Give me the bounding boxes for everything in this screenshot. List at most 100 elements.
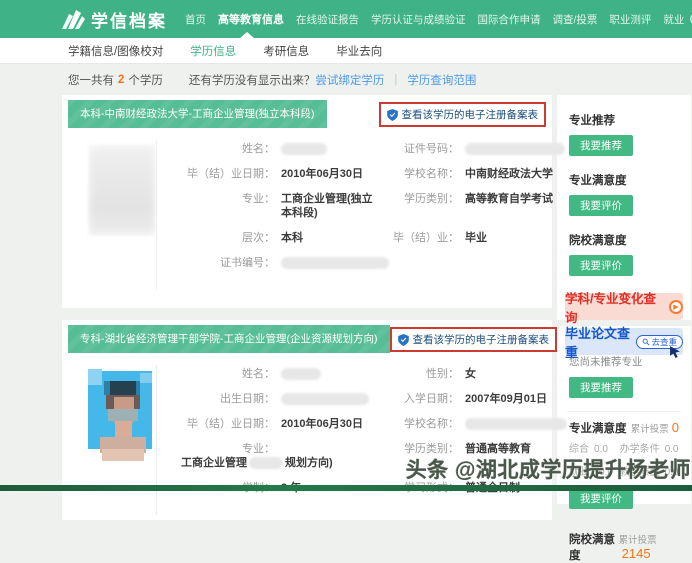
field-value: 中南财经政法大学 <box>465 168 553 180</box>
field-value: 本科 <box>281 232 303 244</box>
degree-title: 专科-湖北省经济管理干部学院-工商企业管理(企业资源规划方向) <box>68 325 390 353</box>
field-value: 毕业 <box>465 232 487 244</box>
metric-overall: 综合 0.0 <box>569 444 608 455</box>
field-value: 工商企业管理(独立本科段) <box>281 193 373 219</box>
view-report-label: 查看该学历的电子注册备案表 <box>412 334 550 346</box>
major-satisfaction-label: 专业满意度 <box>569 423 627 435</box>
degree-summary-bar: 您一共有 2 个学历 还有学历没有显示出来？ 尝试绑定学历 | 学历查询范围 <box>0 64 692 95</box>
major-recommend-label: 专业推荐 <box>569 115 615 127</box>
degree-count: 2 <box>118 73 125 86</box>
votes-label: 累计投票2145 <box>618 535 657 561</box>
total-prefix: 您一共有 <box>68 74 114 87</box>
subnav-postgraduate-info[interactable]: 考研信息 <box>263 43 309 59</box>
bottom-green-bar <box>0 485 692 491</box>
view-report-button[interactable]: 查看该学历的电子注册备案表 <box>378 102 546 127</box>
cursor-hand-icon <box>670 346 680 358</box>
view-report-button[interactable]: 查看该学历的电子注册备案表 <box>389 327 557 352</box>
photo-column <box>62 140 157 290</box>
logo-text: 学信档案 <box>91 11 167 31</box>
field-value: 高等教育自学考试 <box>465 193 553 205</box>
toutiao-watermark: 头条 @湖北成学历提升杨老师 <box>405 459 691 482</box>
field-label: 专业： <box>242 193 275 205</box>
field-label: 学历类别： <box>404 193 459 205</box>
field-label: 学校名称： <box>404 418 459 430</box>
bind-degree-link[interactable]: 尝试绑定学历 <box>315 72 384 88</box>
nav-online-verification[interactable]: 在线验证报告 <box>296 12 359 27</box>
view-report-label: 查看该学历的电子注册备案表 <box>401 109 539 121</box>
nav-credential-authentication[interactable]: 学历认证与成绩验证 <box>371 12 466 27</box>
thesis-check-banner[interactable]: 毕业论文查重 去查重 <box>565 326 683 360</box>
degree-title: 本科-中南财经政法大学-工商企业管理(独立本科段) <box>68 100 327 128</box>
nav-career-test[interactable]: 职业测评 <box>609 12 651 27</box>
redacted-value <box>281 367 321 381</box>
nav-home[interactable]: 首页 <box>185 12 206 27</box>
card-head: 专科-湖北省经济管理干部学院-工商企业管理(企业资源规划方向) 查看该学历的电子… <box>62 320 557 353</box>
main-nav: 首页 高等教育信息 在线验证报告 学历认证与成绩验证 国际合作申请 调查/投票 … <box>185 11 684 27</box>
field-value: 2010年06月30日 <box>281 168 363 180</box>
metric-conditions: 办学条件 0.0 <box>619 444 679 455</box>
total-suffix: 个学历 <box>128 74 163 87</box>
missing-degree-hint: 还有学历没有显示出来？ <box>188 74 316 87</box>
redacted-value <box>281 256 389 270</box>
student-photo-pixelated <box>88 369 156 461</box>
nav-higher-education[interactable]: 高等教育信息 <box>218 11 284 27</box>
query-range-link[interactable]: 学历查询范围 <box>407 72 476 88</box>
recommend-button[interactable]: 我要推荐 <box>569 377 633 398</box>
separator: | <box>394 73 398 86</box>
degree-card-bachelor: 本科-中南财经政法大学-工商企业管理(独立本科段) 查看该学历的电子注册备案表 … <box>62 95 565 308</box>
field-label: 姓名： <box>242 143 275 155</box>
logo-pages-icon <box>62 10 85 29</box>
school-satisfaction-label: 院校满意度 <box>569 235 627 247</box>
field-label: 入学日期： <box>404 393 459 405</box>
subnav-degree-info[interactable]: 学历信息 <box>190 43 236 59</box>
sub-nav: 学籍信息/图像校对 学历信息 考研信息 毕业去向 <box>0 32 692 64</box>
evaluate-major-button[interactable]: 我要评价 <box>569 488 633 509</box>
degree-fields: 姓名： 性别： 女 出生日期： 入学日期： 2007年09月01日 毕（结）业日期：… <box>157 365 573 515</box>
degree-fields: 姓名： 证件号码： 毕（结）业日期： 2010年06月30日 学校名称： 中南财经政… <box>157 140 571 290</box>
shield-icon <box>386 108 398 121</box>
subnav-graduation-destination[interactable]: 毕业去向 <box>336 43 382 59</box>
field-label: 毕（结）业日期： <box>187 418 275 430</box>
divider <box>567 522 681 523</box>
evaluate-school-button[interactable]: 我要评价 <box>569 255 633 276</box>
banner-red-label: 学科/专业变化查询 <box>565 291 656 325</box>
arrow-circle-icon: ▶ <box>669 299 683 314</box>
nav-international-cooperation[interactable]: 国际合作申请 <box>478 12 541 27</box>
votes-label: 累计投票 0 <box>630 420 679 435</box>
school-satisfaction-label: 院校满意度 <box>569 534 615 562</box>
nav-employment[interactable]: 就业 <box>663 12 684 27</box>
field-label: 毕（结）业日期： <box>187 168 275 180</box>
nav-survey-vote[interactable]: 调查/投票 <box>553 12 598 27</box>
student-photo-redacted <box>88 144 156 236</box>
redacted-value <box>281 142 327 156</box>
shield-icon <box>397 333 409 346</box>
photo-column <box>62 365 157 515</box>
redacted-value <box>465 142 565 156</box>
field-label: 毕（结）业： <box>393 232 459 244</box>
site-logo[interactable]: 学信档案 <box>60 7 167 32</box>
sidebar-panel-bachelor: 专业推荐 我要推荐 专业满意度 我要评价 院校满意度 我要评价 学科/专业变化查… <box>557 95 691 360</box>
votes-count: 2145 <box>621 546 651 561</box>
field-value: 女 <box>465 368 476 380</box>
subnav-student-status[interactable]: 学籍信息/图像校对 <box>68 43 163 59</box>
divider <box>567 411 681 412</box>
field-label: 性别： <box>426 368 459 380</box>
field-value-partially-redacted: 工商企业管理 规划方向) <box>181 457 333 470</box>
redacted-value <box>281 392 369 406</box>
field-value: 2007年09月01日 <box>465 393 547 405</box>
votes-count: 0 <box>671 420 679 435</box>
active-tab-caret <box>240 32 254 38</box>
major-change-query-banner[interactable]: 学科/专业变化查询 ▶ <box>565 292 683 325</box>
major-satisfaction-label: 专业满意度 <box>569 175 627 187</box>
redacted-value <box>465 417 567 431</box>
search-icon <box>643 338 650 346</box>
card-body: 姓名： 性别： 女 出生日期： 入学日期： 2007年09月01日 毕（结）业日期：… <box>62 353 567 521</box>
evaluate-major-button[interactable]: 我要评价 <box>569 195 633 216</box>
recommend-button[interactable]: 我要推荐 <box>569 135 633 156</box>
field-value: 2010年06月30日 <box>281 418 363 430</box>
field-label: 层次： <box>242 232 275 244</box>
top-header: 学信档案 首页 高等教育信息 在线验证报告 学历认证与成绩验证 国际合作申请 调… <box>0 0 692 38</box>
card-body: 姓名： 证件号码： 毕（结）业日期： 2010年06月30日 学校名称： 中南财经政… <box>62 128 565 296</box>
field-label: 专业： <box>242 443 275 455</box>
field-label: 证书编号： <box>220 257 275 269</box>
